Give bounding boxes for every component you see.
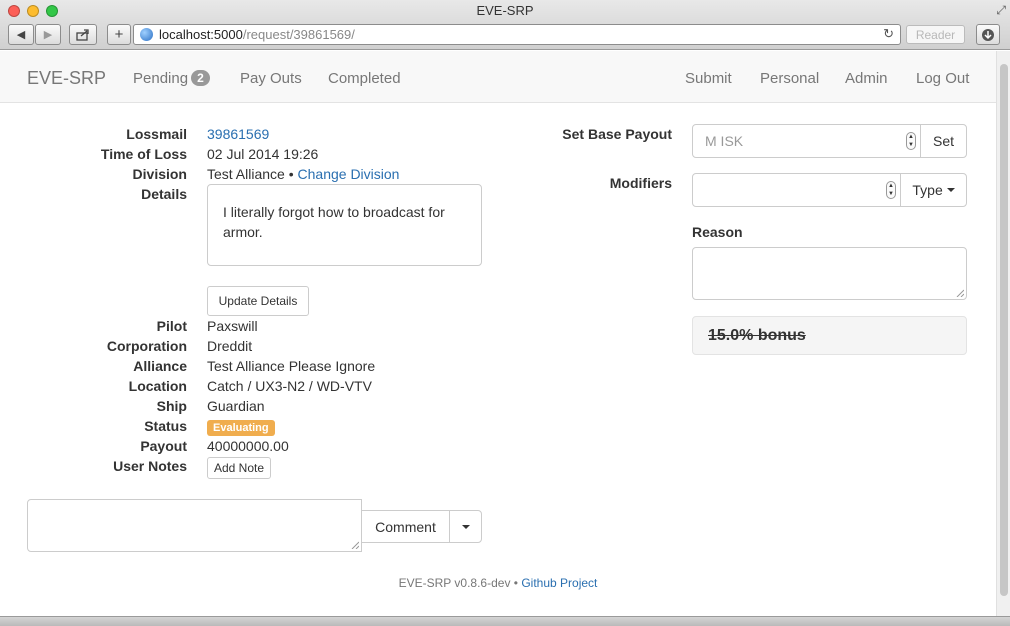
back-arrow-icon: ◀ [16,29,26,41]
details-label: Details [141,186,187,202]
location-label: Location [128,378,187,394]
set-payout-button[interactable]: Set [920,124,967,158]
time-of-loss-label: Time of Loss [100,146,187,162]
lossmail-link[interactable]: 39861569 [207,126,269,142]
update-details-button[interactable]: Update Details [207,286,309,316]
modifier-stepper[interactable]: ▲ ▼ [886,181,896,199]
browser-chrome: EVE-SRP ⤢ ◀ ▶ + localhost:5000/request/3… [0,0,1010,50]
comment-options-button[interactable] [449,510,482,543]
brand-link[interactable]: EVE-SRP [27,68,106,89]
nav-admin[interactable]: Admin [845,70,888,87]
footer-separator: • [510,576,522,590]
nav-completed[interactable]: Completed [328,70,401,87]
reader-button[interactable]: Reader [906,25,965,44]
nav-personal[interactable]: Personal [760,70,819,87]
forward-arrow-icon: ▶ [43,29,53,41]
details-textarea[interactable]: I literally forgot how to broadcast for … [207,184,482,266]
caret-down-icon [461,524,470,529]
corporation-value: Dreddit [207,338,253,354]
modifiers-label: Modifiers [609,175,672,191]
division-separator: • [284,166,298,182]
corporation-label: Corporation [106,338,187,354]
ship-value: Guardian [207,398,265,414]
url-host: localhost:5000 [159,27,243,42]
back-button[interactable]: ◀ [8,24,34,45]
division-value: Test Alliance • Change Division [207,166,399,182]
pilot-label: Pilot [156,318,187,334]
nav-logout[interactable]: Log Out [916,70,969,87]
reload-icon[interactable]: ↻ [883,26,894,42]
reason-label: Reason [692,224,743,240]
base-payout-placeholder: M ISK [705,133,744,149]
payout-value: 40000000.00 [207,438,289,454]
window-title: EVE-SRP [476,3,534,18]
pending-count-badge: 2 [191,70,210,86]
status-label: Status [144,418,187,434]
add-note-button[interactable]: Add Note [207,457,271,479]
lossmail-label: Lossmail [126,126,187,142]
modifier-stepper-up-icon: ▲ [888,183,894,189]
alliance-label: Alliance [133,358,187,374]
type-caret-icon [946,188,955,192]
payout-label: Payout [140,438,187,454]
location-value: Catch / UX3-N2 / WD-VTV [207,378,372,394]
stepper-up-icon: ▲ [908,134,914,140]
status-badge: Evaluating [207,420,275,436]
github-project-link[interactable]: Github Project [521,576,597,590]
change-division-link[interactable]: Change Division [298,166,400,182]
nav-payouts[interactable]: Pay Outs [240,70,302,87]
nav-pending-label: Pending [133,70,189,87]
url-path: /request/39861569/ [242,27,355,42]
globe-icon [140,28,153,41]
forward-button[interactable]: ▶ [35,24,61,45]
nav-pending[interactable]: Pending 2 [133,70,210,87]
new-tab-button[interactable]: + [107,24,131,45]
resize-handle-icon [351,541,359,549]
division-label: Division [132,166,187,182]
plus-icon: + [114,26,124,43]
browser-status-bar [0,616,1010,626]
page-scrollbar[interactable] [996,51,1010,616]
alliance-value: Test Alliance Please Ignore [207,358,376,374]
modifier-type-label: Type [912,182,943,198]
pilot-value: Paxswill [207,318,258,334]
set-base-payout-label: Set Base Payout [562,126,672,142]
scrollbar-thumb[interactable] [1000,64,1008,596]
status-value: Evaluating [207,418,275,436]
reason-textarea[interactable] [692,247,967,300]
user-notes-label: User Notes [113,458,187,474]
time-of-loss-value: 02 Jul 2014 19:26 [207,146,319,162]
app-navbar: EVE-SRP Pending 2 Pay Outs Completed Subm… [0,51,996,103]
downloads-button[interactable] [976,24,1000,45]
footer: EVE-SRP v0.8.6-dev • Github Project [0,576,996,590]
comment-button[interactable]: Comment [361,510,450,543]
address-bar[interactable]: localhost:5000/request/39861569/ ↻ [133,24,901,45]
comment-textarea[interactable] [27,499,362,552]
fullscreen-icon[interactable]: ⤢ [996,3,1006,18]
applied-modifier-item[interactable]: 15.0% bonus [692,316,967,355]
footer-version: EVE-SRP v0.8.6-dev [398,576,511,590]
modifier-stepper-down-icon: ▼ [888,191,894,197]
stepper-down-icon: ▼ [908,142,914,148]
base-payout-input[interactable]: M ISK ▲ ▼ [692,124,921,158]
reason-resize-handle-icon [956,289,964,297]
download-icon [982,28,994,41]
modifier-value-input[interactable]: ▲ ▼ [692,173,901,207]
share-icon [76,28,89,41]
ship-label: Ship [156,398,187,414]
division-name: Test Alliance [207,166,285,182]
nav-submit[interactable]: Submit [685,70,732,87]
modifier-type-dropdown[interactable]: Type [900,173,967,207]
base-payout-stepper[interactable]: ▲ ▼ [906,132,916,150]
share-button[interactable] [69,24,97,45]
